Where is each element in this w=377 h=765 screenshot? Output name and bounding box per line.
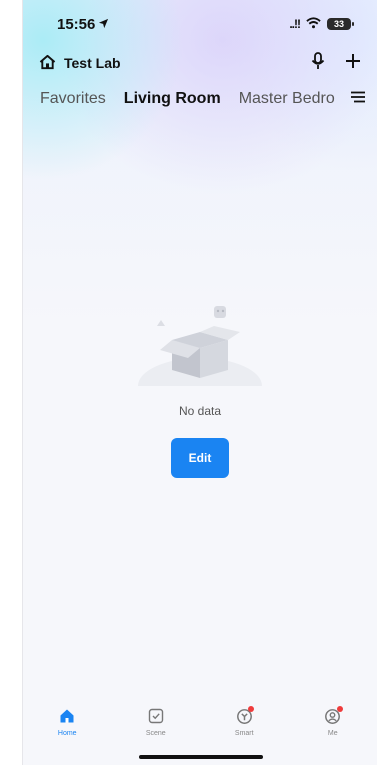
tabbar-home-label: Home bbox=[57, 730, 77, 737]
location-arrow-icon bbox=[98, 16, 109, 33]
home-name: Test Lab bbox=[64, 55, 121, 71]
tabbar-scene-label: Scene bbox=[145, 730, 166, 737]
microphone-icon[interactable] bbox=[311, 51, 325, 75]
tabbar-smart-label: Smart bbox=[234, 730, 254, 737]
add-icon[interactable] bbox=[345, 53, 361, 74]
empty-box-icon bbox=[130, 306, 270, 398]
phone-screen: 15:56 ..!! 33 Test Lab Favorites Living … bbox=[22, 0, 377, 765]
status-time-group: 15:56 bbox=[57, 16, 109, 33]
empty-state: No data Edit bbox=[23, 298, 377, 478]
status-indicators: ..!! 33 bbox=[289, 16, 354, 33]
header-actions bbox=[311, 51, 361, 75]
tabbar-home[interactable]: Home bbox=[37, 706, 97, 737]
smart-badge-dot bbox=[248, 706, 255, 712]
smart-icon bbox=[234, 706, 255, 726]
room-tabs: Favorites Living Room Master Bedro bbox=[23, 84, 377, 114]
tab-master-bedroom[interactable]: Master Bedro bbox=[239, 90, 347, 108]
tabbar-scene[interactable]: Scene bbox=[126, 706, 186, 737]
wifi-icon bbox=[306, 16, 321, 33]
tabbar-smart[interactable]: Smart bbox=[214, 706, 274, 737]
scene-check-icon bbox=[146, 706, 166, 726]
status-bar: 15:56 ..!! 33 bbox=[23, 0, 377, 48]
home-icon bbox=[57, 706, 77, 726]
edit-button[interactable]: Edit bbox=[171, 438, 229, 478]
home-indicator bbox=[139, 755, 263, 759]
tab-favorites[interactable]: Favorites bbox=[40, 90, 106, 108]
house-icon bbox=[39, 54, 56, 73]
cellular-signal-icon: ..!! bbox=[289, 17, 301, 31]
status-time: 15:56 bbox=[57, 15, 96, 33]
battery-icon: 33 bbox=[327, 18, 354, 30]
no-data-message: No data bbox=[178, 404, 222, 418]
room-list-menu-icon[interactable] bbox=[351, 90, 365, 108]
home-selector[interactable]: Test Lab bbox=[39, 54, 121, 73]
tabbar-me[interactable]: Me bbox=[303, 706, 363, 737]
app-header: Test Lab bbox=[23, 48, 377, 78]
me-badge-dot bbox=[336, 706, 343, 712]
tab-living-room[interactable]: Living Room bbox=[124, 90, 221, 108]
tabbar-me-label: Me bbox=[327, 730, 338, 737]
profile-icon bbox=[323, 706, 343, 726]
